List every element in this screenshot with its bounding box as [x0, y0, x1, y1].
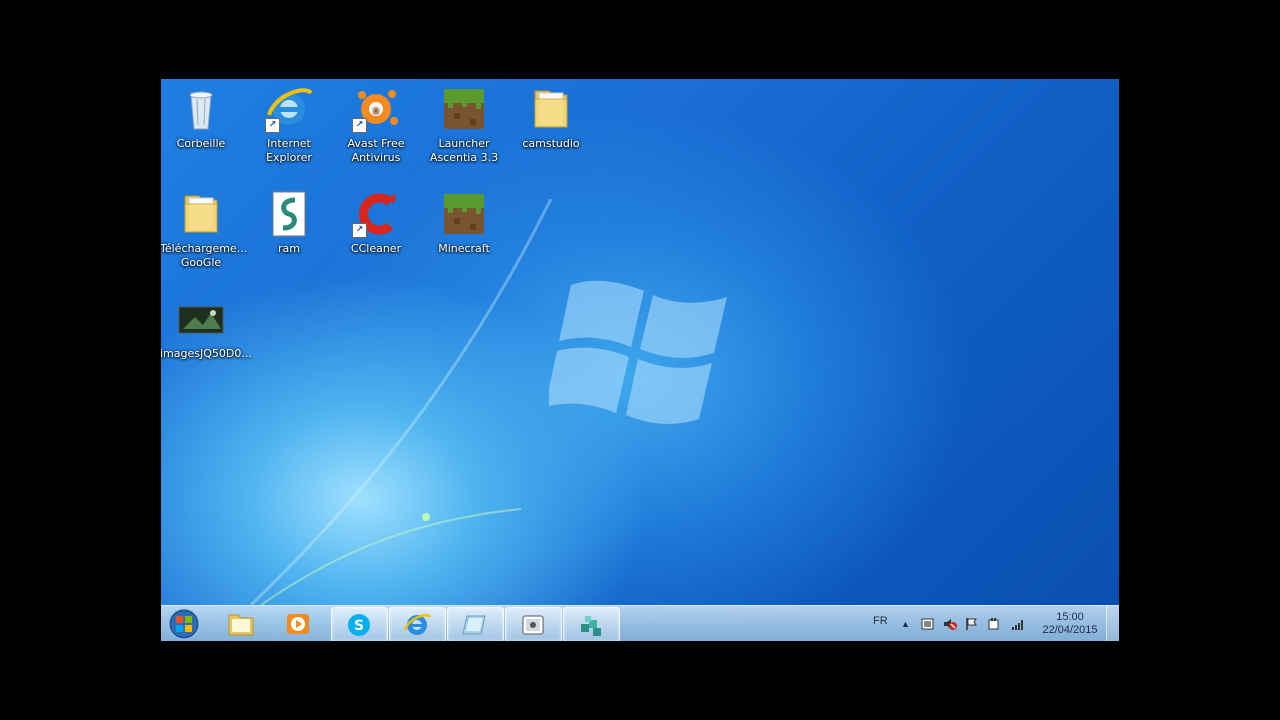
camera-icon — [522, 615, 544, 635]
minecraft-block-icon — [440, 190, 488, 238]
speaker-muted-icon[interactable] — [943, 617, 957, 631]
minecraft-block-icon — [440, 85, 488, 133]
clock-date: 22/04/2015 — [1042, 624, 1098, 636]
skype-icon: S — [348, 614, 370, 636]
desktop-icon-telechargements[interactable]: Téléchargeme... GooGle — [161, 186, 248, 286]
desktop-icon-camstudio[interactable]: camstudio — [508, 81, 594, 181]
desktop-icon-label: Launcher Ascentia 3.3 — [429, 137, 499, 164]
taskbar-app2-button[interactable] — [563, 607, 620, 641]
shortcut-arrow-icon: ↗ — [352, 118, 367, 133]
taskbar-skype-button[interactable]: S — [331, 607, 388, 641]
desktop-icon-label: camstudio — [522, 137, 580, 150]
internet-explorer-icon: ↗ — [265, 85, 313, 133]
taskbar: S FR ▲ 15:00 22/04/2015 — [161, 605, 1119, 641]
svg-text:a: a — [373, 105, 379, 116]
shortcut-arrow-icon: ↗ — [352, 223, 367, 238]
camstudio-tray-icon[interactable] — [921, 617, 935, 631]
desktop-icon-label: CCleaner — [350, 242, 402, 255]
action-center-flag-icon[interactable] — [965, 617, 979, 631]
desktop-icon-ccleaner[interactable]: ↗ CCleaner — [333, 186, 419, 286]
recycle-bin-icon — [177, 85, 225, 133]
taskbar-app-button[interactable] — [447, 607, 504, 641]
start-button[interactable] — [165, 607, 203, 641]
windows-logo — [549, 280, 727, 424]
script-file-icon — [265, 190, 313, 238]
taskbar-internet-explorer-button[interactable] — [389, 607, 446, 641]
desktop-icon-launcher-ascentia[interactable]: Launcher Ascentia 3.3 — [421, 81, 507, 181]
folder-icon — [177, 190, 225, 238]
puzzle-icon — [581, 616, 601, 636]
power-icon[interactable] — [987, 617, 1001, 631]
show-desktop-button[interactable] — [1106, 606, 1119, 641]
ccleaner-icon: ↗ — [352, 190, 400, 238]
taskbar-camstudio-button[interactable] — [505, 607, 562, 641]
internet-explorer-icon — [403, 613, 431, 635]
avast-icon: a ↗ — [352, 85, 400, 133]
desktop-icon-label: Téléchargeme... GooGle — [161, 242, 248, 269]
desktop-icon-label: Avast Free Antivirus — [347, 137, 405, 164]
desktop-icon-label: Minecraft — [438, 242, 490, 255]
taskbar-media-player-button[interactable] — [271, 607, 326, 640]
clock-time: 15:00 — [1056, 611, 1084, 623]
folder-icon — [527, 85, 575, 133]
desktop-icon-label: Internet Explorer — [266, 137, 312, 164]
desktop-icon-minecraft[interactable]: Minecraft — [421, 186, 507, 286]
clock[interactable]: 15:00 22/04/2015 — [1035, 606, 1105, 641]
shortcut-arrow-icon: ↗ — [265, 118, 280, 133]
language-indicator[interactable]: FR — [873, 606, 888, 641]
show-hidden-icons-arrow[interactable]: ▲ — [901, 606, 910, 641]
network-signal-icon[interactable] — [1011, 617, 1025, 631]
desktop-icon-avast[interactable]: a ↗ Avast Free Antivirus — [333, 81, 419, 181]
desktop-icon-ram[interactable]: ram — [246, 186, 332, 286]
desktop-icon-label: imagesJQ50D0... — [161, 347, 252, 360]
desktop-icon-image[interactable]: imagesJQ50D0... — [161, 291, 252, 391]
app-window-icon — [462, 615, 486, 635]
windows-orb-icon — [168, 608, 200, 640]
desktop-icon-internet-explorer[interactable]: ↗ Internet Explorer — [246, 81, 332, 181]
taskbar-explorer-button[interactable] — [214, 607, 269, 640]
desktop-icon-label: Corbeille — [176, 137, 226, 150]
desktop-icon-recycle-bin[interactable]: Corbeille — [161, 81, 244, 181]
desktop[interactable]: Corbeille ↗ Internet Explorer a ↗ Avast … — [161, 79, 1119, 641]
image-file-icon — [177, 295, 225, 343]
media-player-icon — [287, 614, 309, 634]
desktop-icon-label: ram — [278, 242, 300, 255]
folder-icon — [228, 614, 254, 636]
svg-text:S: S — [354, 618, 364, 634]
